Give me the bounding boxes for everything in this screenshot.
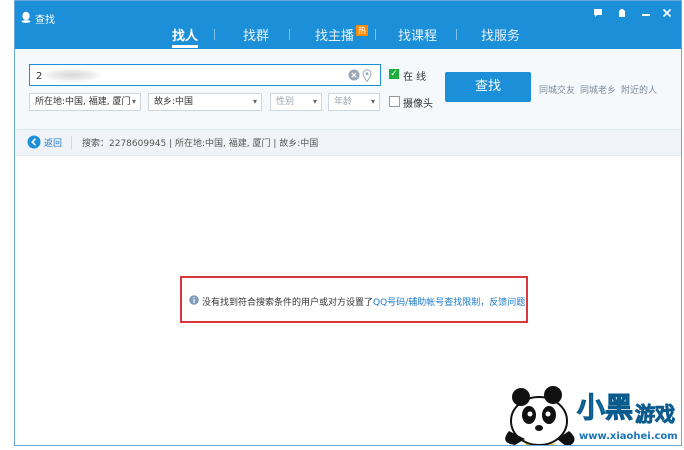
tab-divider bbox=[289, 29, 290, 40]
chevron-down-icon: ▾ bbox=[252, 97, 257, 106]
svg-text:游戏: 游戏 bbox=[635, 402, 675, 426]
close-icon[interactable] bbox=[660, 7, 674, 21]
chevron-down-icon: ▾ bbox=[370, 97, 375, 106]
window-title: 查找 bbox=[35, 15, 55, 26]
notice-message: 没有找到符合搜索条件的用户或对方设置了QQ号码/辅助帐号查找限制，反馈问题 bbox=[202, 295, 525, 308]
location-value: 所在地:中国, 福建, 厦门 bbox=[35, 97, 131, 107]
age-placeholder: 年龄 bbox=[334, 97, 353, 107]
svg-text:小黑: 小黑 bbox=[577, 391, 633, 424]
no-result-notice: 没有找到符合搜索条件的用户或对方设置了QQ号码/辅助帐号查找限制，反馈问题 bbox=[180, 276, 528, 323]
hot-badge: 热 bbox=[356, 25, 369, 36]
tab-divider bbox=[456, 29, 457, 40]
minimize-icon[interactable] bbox=[639, 7, 653, 21]
tab-divider bbox=[375, 29, 376, 40]
age-dropdown[interactable]: 年龄 ▾ bbox=[328, 93, 380, 111]
nearby-people-link[interactable]: 附近的人 bbox=[621, 83, 657, 96]
location-pin-icon[interactable] bbox=[362, 69, 372, 82]
tab-find-group[interactable]: 找群 bbox=[243, 25, 269, 47]
svg-text:www.xiaohei.com: www.xiaohei.com bbox=[579, 431, 678, 442]
gender-placeholder: 性别 bbox=[276, 97, 295, 107]
message-icon[interactable] bbox=[591, 7, 605, 21]
breadcrumb: 返回 搜索：2278609945 | 所在地:中国, 福建, 厦门 | 故乡:中… bbox=[15, 130, 681, 156]
same-city-dating-link[interactable]: 同城交友 bbox=[539, 83, 575, 96]
breadcrumb-divider bbox=[71, 136, 72, 149]
tab-find-service[interactable]: 找服务 bbox=[481, 25, 520, 47]
notice-message-text: 没有找到符合搜索条件的用户或对方设置了 bbox=[202, 298, 374, 308]
xiaohei-watermark-logo: 小黑 游戏 www.xiaohei.com bbox=[505, 386, 678, 445]
same-city-hometown-link[interactable]: 同城老乡 bbox=[580, 83, 616, 96]
title-bar: 查找 找人 找群 找主播热 找课程 找服务 bbox=[15, 1, 681, 49]
tab-find-course[interactable]: 找课程 bbox=[398, 25, 437, 47]
tab-find-streamer-label: 找主播 bbox=[315, 29, 355, 44]
search-summary: 搜索：2278609945 | 所在地:中国, 福建, 厦门 | 故乡:中国 bbox=[82, 139, 319, 149]
online-checkbox[interactable]: ✓ bbox=[389, 69, 399, 79]
gender-dropdown[interactable]: 性别 ▾ bbox=[270, 93, 322, 111]
tab-divider bbox=[214, 29, 215, 40]
tab-find-people[interactable]: 找人 bbox=[172, 25, 199, 48]
back-arrow-icon[interactable] bbox=[27, 135, 41, 149]
online-label: 在 线 bbox=[403, 72, 427, 83]
camera-label: 摄像头 bbox=[403, 99, 433, 110]
back-link[interactable]: 返回 bbox=[44, 136, 62, 149]
search-panel: ✓ 在 线 所在地:中国, 福建, 厦门 ▾ 故乡:中国 ▾ 性别 ▾ 年龄 ▾… bbox=[15, 49, 681, 130]
qq-penguin-icon bbox=[21, 11, 31, 23]
find-window: 查找 找人 找群 找主播热 找课程 找服务 2 9 ✓ 在 线 所在地:中国, … bbox=[14, 0, 682, 446]
hometown-dropdown[interactable]: 故乡:中国 ▾ bbox=[148, 93, 262, 111]
chevron-down-icon: ▾ bbox=[131, 97, 136, 106]
search-box[interactable] bbox=[29, 64, 381, 86]
privacy-blur bbox=[42, 68, 102, 82]
hometown-value: 故乡:中国 bbox=[154, 97, 194, 107]
camera-checkbox[interactable] bbox=[389, 96, 400, 107]
skin-icon[interactable] bbox=[615, 7, 629, 21]
feedback-link[interactable]: QQ号码/辅助帐号查找限制，反馈问题 bbox=[373, 298, 525, 308]
clear-icon[interactable] bbox=[348, 69, 360, 81]
chevron-down-icon: ▾ bbox=[312, 97, 317, 106]
location-dropdown[interactable]: 所在地:中国, 福建, 厦门 ▾ bbox=[29, 93, 141, 111]
tab-find-streamer[interactable]: 找主播热 bbox=[315, 25, 369, 47]
find-button[interactable]: 查找 bbox=[445, 72, 531, 102]
info-icon bbox=[189, 295, 199, 305]
